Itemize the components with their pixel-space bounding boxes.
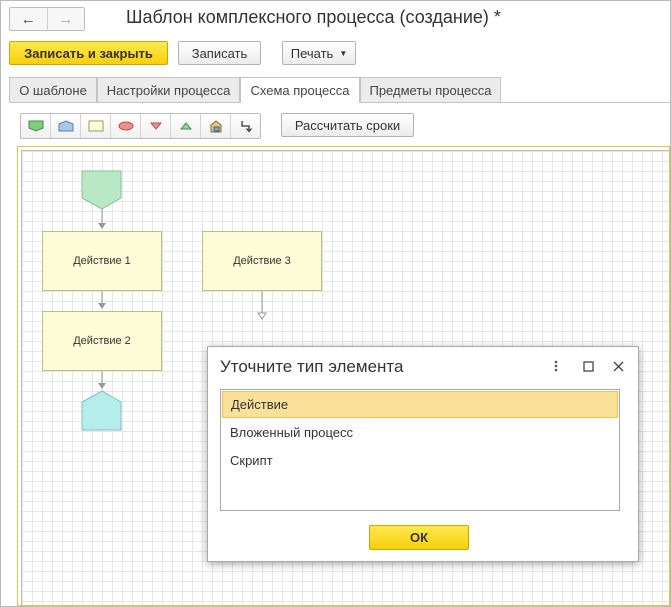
add-action-button[interactable] (81, 114, 111, 138)
arrow-right-icon: → (58, 10, 74, 28)
save-and-close-button[interactable]: Записать и закрыть (9, 41, 168, 65)
maximize-button[interactable] (579, 357, 597, 375)
start-shape-icon (28, 120, 43, 132)
element-type-list: Действие Вложенный процесс Скрипт (220, 389, 620, 511)
action-node-3[interactable]: Действие 3 (202, 231, 322, 291)
save-and-close-label: Записать и закрыть (24, 45, 153, 61)
list-item-script[interactable]: Скрипт (222, 447, 618, 474)
add-split-button[interactable] (141, 114, 171, 138)
action-node-1[interactable]: Действие 1 (42, 231, 162, 291)
shape-toolbar (20, 113, 261, 139)
ok-label: ОК (409, 530, 429, 545)
split-shape-icon (149, 122, 162, 130)
navigation-buttons: ← → (9, 7, 85, 31)
node-label: Действие 2 (73, 335, 131, 347)
join-shape-icon (179, 122, 192, 130)
end-shape-icon (58, 120, 73, 132)
tab-process-settings[interactable]: Настройки процесса (97, 77, 240, 102)
list-item-label: Действие (231, 397, 289, 412)
add-condition-button[interactable] (111, 114, 141, 138)
element-type-dialog: Уточните тип элемента Действие Вложенный… (207, 346, 639, 562)
list-item-label: Скрипт (230, 453, 273, 468)
form-window: ← → Шаблон комплексного процесса (создан… (0, 0, 671, 607)
action-shape-icon (88, 120, 103, 132)
connector-icon (240, 121, 252, 133)
node-label: Действие 3 (233, 255, 291, 267)
tab-label: Схема процесса (250, 83, 350, 98)
arrow-left-icon: ← (20, 10, 36, 28)
end-node (81, 390, 122, 431)
chevron-down-icon: ▼ (339, 48, 348, 58)
ok-button[interactable]: ОК (369, 525, 469, 550)
save-button[interactable]: Записать (178, 41, 261, 65)
save-label: Записать (191, 45, 248, 61)
action-node-2[interactable]: Действие 2 (42, 311, 162, 371)
close-icon (613, 361, 623, 371)
list-item-label: Вложенный процесс (230, 425, 354, 440)
add-connector-button[interactable] (231, 114, 260, 138)
print-button[interactable]: Печать ▼ (282, 41, 356, 65)
add-end-button[interactable] (51, 114, 81, 138)
tab-label: О шаблоне (19, 82, 87, 98)
more-vertical-icon (554, 360, 558, 372)
tab-about-template[interactable]: О шаблоне (9, 77, 97, 102)
dialog-title: Уточните тип элемента (220, 357, 404, 376)
tab-label: Настройки процесса (106, 82, 231, 98)
nested-process-icon (210, 120, 221, 133)
more-menu-button[interactable] (547, 357, 565, 375)
condition-shape-icon (118, 121, 133, 131)
add-nested-process-button[interactable] (201, 114, 231, 138)
close-button[interactable] (609, 357, 627, 375)
print-label: Печать (290, 45, 334, 61)
page-title: Шаблон комплексного процесса (создание) … (126, 7, 501, 27)
add-start-button[interactable] (21, 114, 51, 138)
list-item-nested-process[interactable]: Вложенный процесс (222, 419, 618, 446)
tab-label: Предметы процесса (369, 82, 492, 98)
maximize-icon (582, 360, 594, 372)
forward-button[interactable]: → (46, 8, 85, 30)
tab-process-subjects[interactable]: Предметы процесса (360, 77, 501, 102)
node-label: Действие 1 (73, 255, 131, 267)
calculate-deadlines-label: Рассчитать сроки (294, 117, 401, 133)
back-button[interactable]: ← (10, 8, 47, 30)
calculate-deadlines-button[interactable]: Рассчитать сроки (281, 113, 414, 137)
tab-process-scheme[interactable]: Схема процесса (240, 77, 360, 103)
list-item-action[interactable]: Действие (222, 391, 618, 418)
start-node (81, 170, 122, 210)
add-join-button[interactable] (171, 114, 201, 138)
